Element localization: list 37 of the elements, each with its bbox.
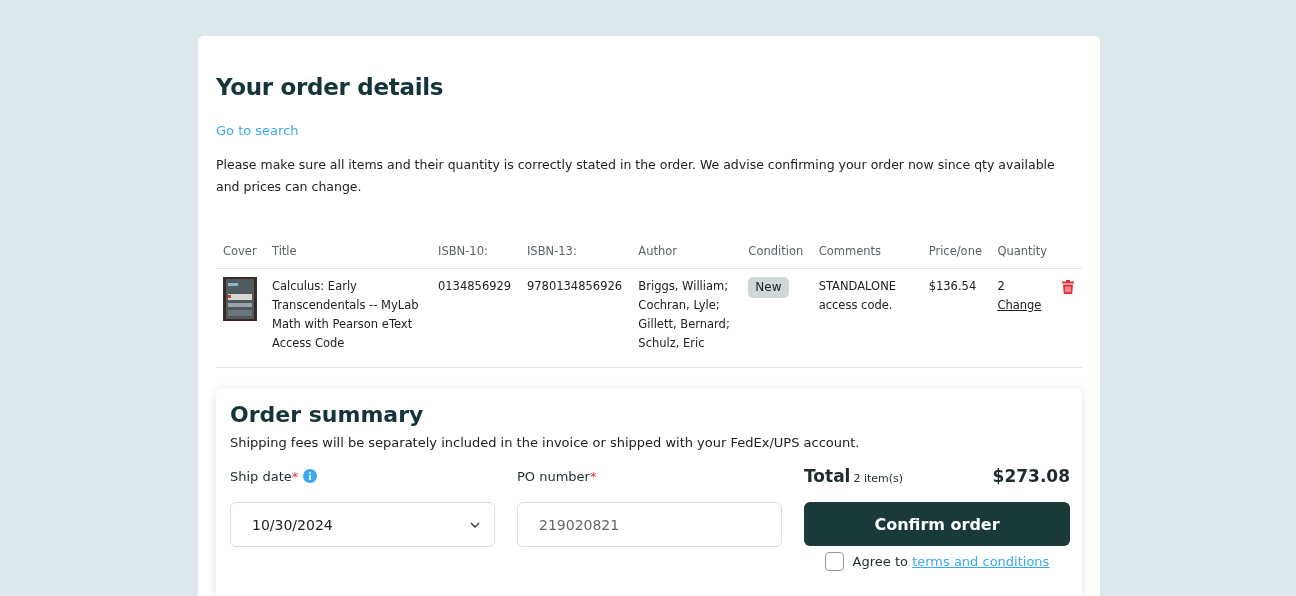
column-header: Cover xyxy=(216,238,265,269)
book-title: Calculus: Early Transcendentals -- MyLab Math with Pearson eText Access Code xyxy=(272,279,419,350)
field-label: PO number xyxy=(517,468,590,484)
condition-badge: New xyxy=(748,277,789,298)
confirm-order-button[interactable]: Confirm order xyxy=(804,502,1070,546)
shipping-note: Shipping fees will be separately included in the invoice or shipped with your FedEx/UPS account. xyxy=(230,435,861,450)
column-header: Comments xyxy=(811,238,922,269)
column-header: Title xyxy=(265,238,431,269)
isbn-text: 9780134856926 xyxy=(526,279,623,293)
field-label: Ship date xyxy=(230,468,292,484)
total-label: Total xyxy=(804,466,851,486)
comment-text: STANDALONE access code. xyxy=(818,279,896,312)
isbn-text: 0134856929 xyxy=(438,279,512,293)
delete-icon[interactable] xyxy=(1062,280,1075,294)
column-header: ISBN-13: xyxy=(519,238,632,269)
column-header: Condition xyxy=(741,238,812,269)
required-mark: * xyxy=(589,468,597,484)
change-link[interactable]: Change xyxy=(997,296,1042,315)
agree-checkbox[interactable] xyxy=(824,552,844,571)
column-header: Price/one xyxy=(921,238,991,269)
item-count: 2 item(s) xyxy=(853,472,904,485)
po-number-field[interactable]: 219020821 xyxy=(517,502,782,547)
column-header: Quantity xyxy=(990,238,1056,269)
notice-text: Please make sure all items and their quantity is correctly stated in the order. We advise confirming your order now since qty available and prices can change. xyxy=(216,156,1056,196)
column-header: Author xyxy=(631,238,742,269)
date-select[interactable]: 10/30/2024 xyxy=(230,502,495,547)
required-mark: * xyxy=(291,468,299,484)
section-title: Order summary xyxy=(230,402,425,427)
agree-text: Agree to terms and conditions xyxy=(852,554,1050,569)
total-amount: $273.08 xyxy=(992,466,1070,486)
column-header: ISBN-10: xyxy=(431,238,520,269)
price-text: $136.54 xyxy=(928,279,977,293)
author-text: Briggs, William; Cochran, Lyle; Gillett, Bernard; Schulz, Eric xyxy=(638,279,730,350)
quantity-text: 2 xyxy=(997,278,1005,295)
chevron-down-icon xyxy=(470,521,480,528)
info-icon[interactable] xyxy=(303,469,318,483)
page-title: Your order details xyxy=(216,74,445,100)
